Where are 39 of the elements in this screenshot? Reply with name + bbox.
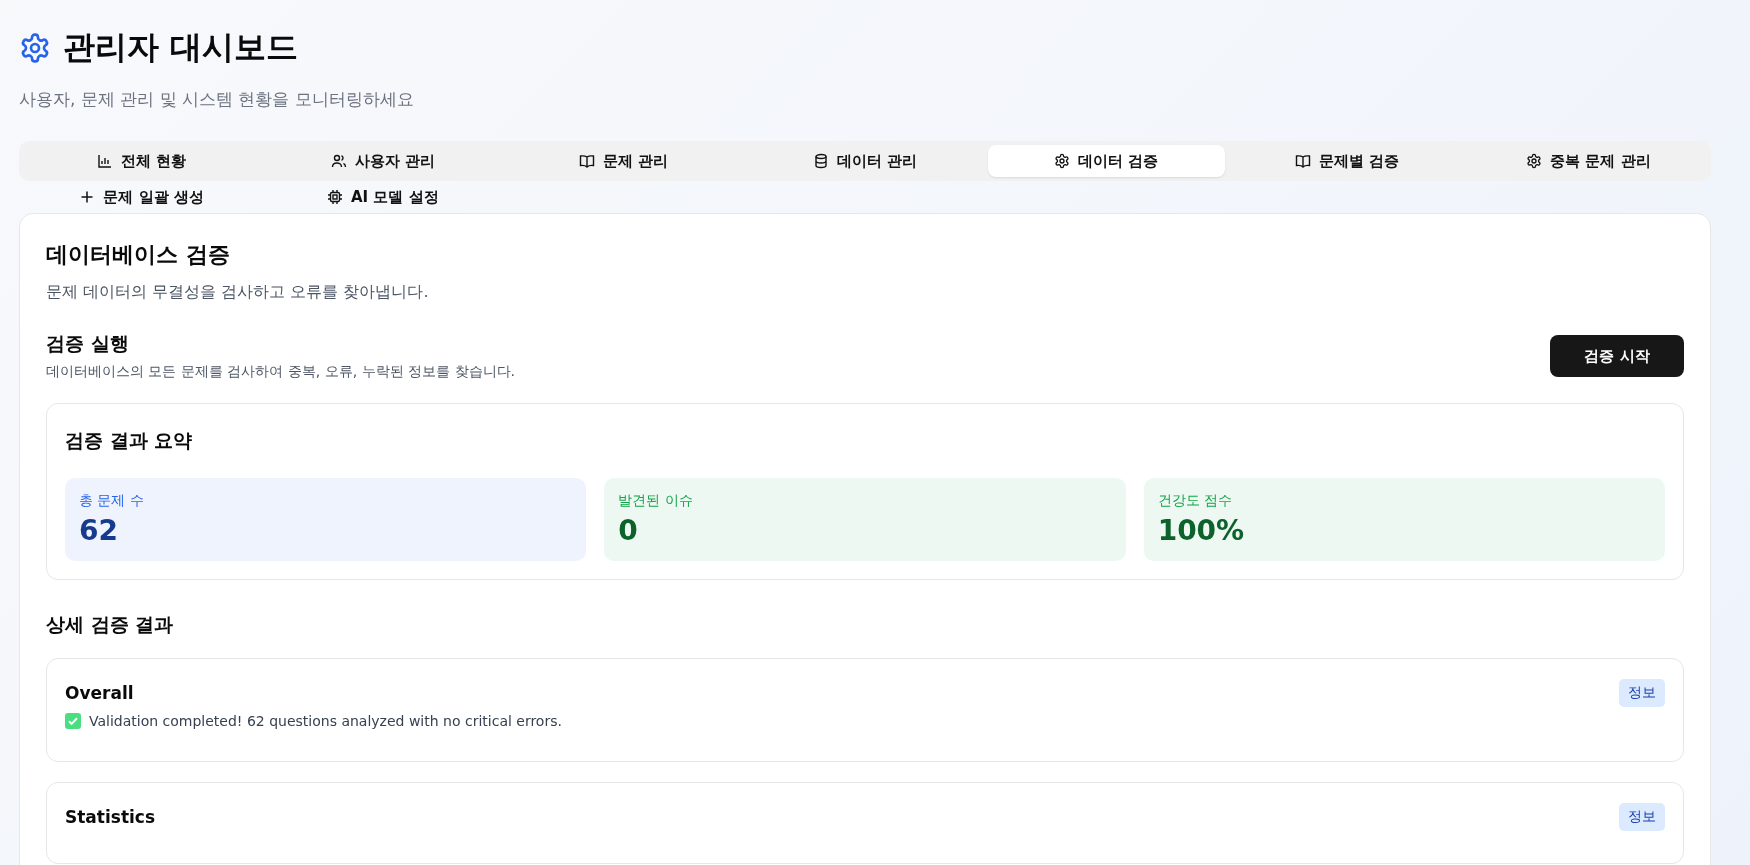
section-title: 검증 실행 [46,331,130,356]
plus-icon [79,189,96,205]
users-icon [330,153,347,169]
stat-label: 건강도 점수 [1157,492,1234,510]
chip-icon [326,189,343,205]
tab[interactable]: 문제 관리 [505,145,743,177]
section-title: 상세 검증 결과 [46,612,175,637]
settings-icon [1054,153,1070,169]
book-icon [579,153,596,169]
result-message: Validation completed! 62 questions analyzed with no critical errors. [89,713,562,729]
tab[interactable]: 데이터 검증 [987,145,1225,177]
stat-value: 100% [1157,514,1246,547]
info-badge: 정보 [1619,803,1665,831]
page-title: 관리자 대시보드 [63,27,299,68]
stat-value: 0 [618,514,639,547]
bar-chart-icon [96,153,113,169]
stat-label: 총 문제 수 [79,492,145,510]
panel-title: 데이터베이스 검증 [46,241,231,269]
stat-label: 발견된 이슈 [618,492,694,510]
tab[interactable]: 중복 문제 관리 [1469,145,1707,177]
stat-value: 62 [79,514,119,547]
tab[interactable]: 전체 현황 [23,145,261,177]
database-icon [812,153,829,169]
page-subtitle: 사용자, 문제 관리 및 시스템 현황을 모니터링하세요 [19,88,415,111]
summary-title: 검증 결과 요약 [65,428,194,453]
result-title: Overall [65,683,134,703]
section-description: 데이터베이스의 모든 문제를 검사하여 중복, 오류, 누락된 정보를 찾습니다. [46,363,515,381]
settings-icon [19,32,51,64]
tab[interactable]: 문제별 검증 [1228,145,1466,177]
tab[interactable]: 데이터 관리 [746,145,984,177]
start-validation-button[interactable]: 검증 시작 [1550,335,1684,377]
settings-icon [1526,153,1543,169]
book-icon [1295,153,1312,169]
tab[interactable]: AI 모델 설정 [264,181,502,213]
tab[interactable]: 문제 일괄 생성 [23,181,261,213]
result-title: Statistics [65,807,156,827]
tab[interactable]: 사용자 관리 [264,145,502,177]
info-badge: 정보 [1619,679,1665,707]
panel-description: 문제 데이터의 무결성을 검사하고 오류를 찾아냅니다. [46,282,430,303]
